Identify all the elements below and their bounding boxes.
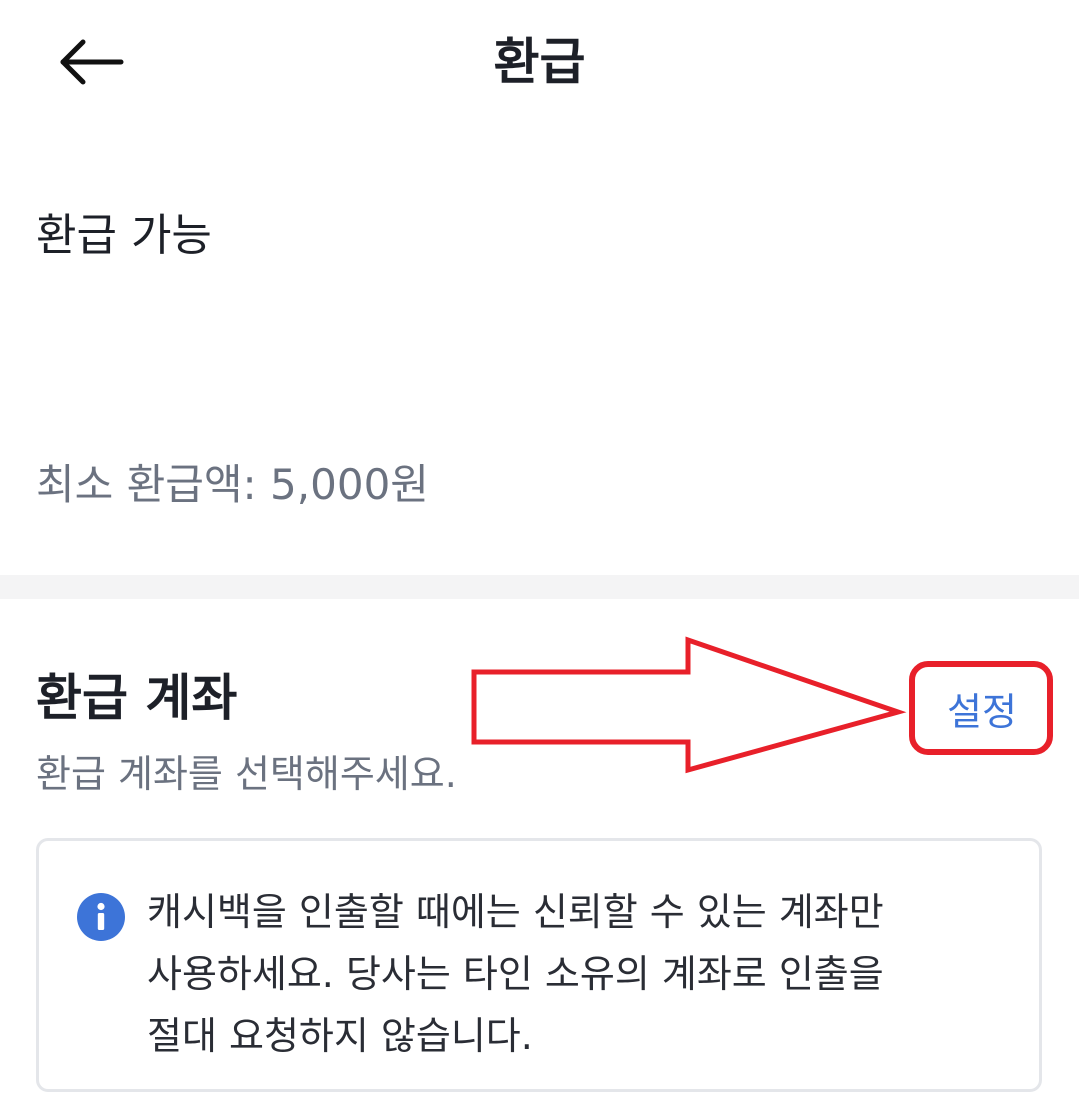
section-divider	[0, 575, 1079, 599]
info-icon	[77, 893, 125, 941]
info-notice-box: 캐시백을 인출할 때에는 신뢰할 수 있는 계좌만 사용하세요. 당사는 타인 …	[36, 838, 1042, 1092]
minimum-refund-amount: 최소 환급액: 5,000원	[36, 460, 429, 509]
page-title: 환급	[493, 33, 586, 91]
refund-account-title: 환급 계좌	[36, 669, 238, 727]
info-notice-text: 캐시백을 인출할 때에는 신뢰할 수 있는 계좌만 사용하세요. 당사는 타인 …	[147, 881, 1007, 1067]
setup-button[interactable]: 설정	[912, 664, 1052, 752]
info-notice-line: 캐시백을 인출할 때에는 신뢰할 수 있는 계좌만	[147, 890, 884, 934]
info-notice-line: 사용하세요. 당사는 타인 소유의 계좌로 인출을	[147, 952, 884, 996]
refund-screen: 환급 환급 가능 최소 환급액: 5,000원 환급 계좌 환급 계좌를 선택해…	[0, 0, 1079, 1109]
refund-available-label: 환급 가능	[36, 210, 212, 261]
refund-account-subtitle: 환급 계좌를 선택해주세요.	[36, 752, 457, 796]
info-notice-line: 절대 요청하지 않습니다.	[147, 1014, 533, 1058]
